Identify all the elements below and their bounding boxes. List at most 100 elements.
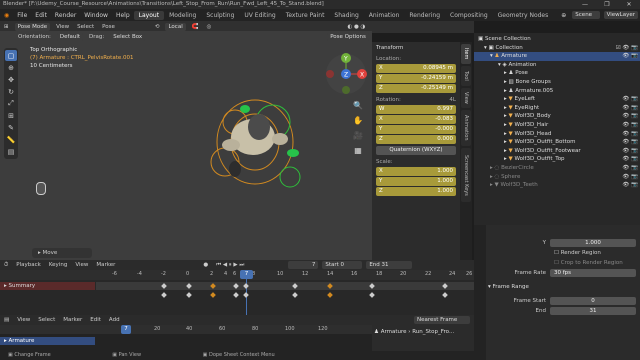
tab-geometry-nodes[interactable]: Geometry Nodes — [493, 11, 554, 20]
rotate-tool-icon[interactable]: ↻ — [5, 86, 17, 97]
menu-window[interactable]: Window — [80, 12, 112, 19]
cursor-tool-icon[interactable]: ⊕ — [5, 62, 17, 73]
frame-rate-dropdown[interactable]: 30 fps — [550, 268, 636, 277]
keyframe[interactable] — [292, 283, 298, 289]
nearest-frame-dropdown[interactable]: Nearest Frame — [414, 316, 470, 324]
dopesheet-playhead[interactable]: 7 — [121, 325, 131, 334]
move-tool-icon[interactable]: ✥ — [5, 74, 17, 85]
menu-help[interactable]: Help — [112, 12, 134, 19]
drag-selector[interactable]: Select Box — [110, 32, 146, 41]
tab-compositing[interactable]: Compositing — [445, 11, 493, 20]
menu-render[interactable]: Render — [51, 12, 80, 19]
blender-logo-icon[interactable]: ◉ — [0, 12, 13, 19]
outliner-row[interactable]: ▸ ▥ Bone Groups — [474, 78, 640, 87]
rotation-w-field[interactable]: W 0.997 — [376, 105, 456, 114]
bone-size-tool-icon[interactable]: ▤ — [5, 146, 17, 157]
frame-end-field[interactable]: 31 — [550, 306, 636, 315]
keyframe[interactable] — [442, 283, 448, 289]
armature-character[interactable] — [195, 87, 315, 202]
close-button[interactable]: ✕ — [618, 0, 640, 9]
outliner-row[interactable]: ▸ ◌ BezierCircle 👁 📷 — [474, 164, 640, 173]
viewport-shading-icons[interactable]: ◐ ● ◑ — [343, 24, 369, 30]
scale-z-field[interactable]: Z 1.000 — [376, 187, 456, 196]
menu-pose[interactable]: Pose — [98, 24, 119, 30]
minimize-button[interactable]: — — [574, 0, 596, 9]
editor-type-icon[interactable]: ⊞ — [0, 24, 13, 30]
zoom-icon[interactable]: 🔍 — [352, 98, 364, 113]
rotation-x-field[interactable]: X -0.083 — [376, 115, 456, 124]
outliner-row[interactable]: ▸ ▼ Wolf3D_Head 👁 📷 — [474, 130, 640, 139]
menu-ds-edit[interactable]: Edit — [86, 317, 105, 323]
menu-ds-select[interactable]: Select — [34, 317, 59, 323]
camera-icon[interactable]: 🎥 — [352, 128, 364, 143]
keyframe[interactable] — [161, 292, 167, 298]
keyframe[interactable] — [442, 292, 448, 298]
outliner-row[interactable]: ▣ Scene Collection — [474, 35, 640, 44]
keyframe[interactable] — [243, 283, 249, 289]
scale-y-field[interactable]: Y 1.000 — [376, 177, 456, 186]
location-y-field[interactable]: Y -0.24159 m — [376, 74, 456, 83]
outliner-row[interactable]: ▸ ▼ Wolf3D_Teeth 👁 📷 — [474, 181, 640, 190]
tab-tool[interactable]: Tool — [461, 66, 471, 86]
frame-start-field[interactable]: 0 — [550, 296, 636, 305]
keyframe[interactable] — [233, 283, 239, 289]
keyframe[interactable] — [243, 292, 249, 298]
scene-selector[interactable]: Scene — [572, 11, 600, 19]
tab-shading[interactable]: Shading — [329, 11, 363, 20]
dopesheet-editor-icon[interactable]: ▤ — [0, 317, 13, 323]
snap-icon[interactable]: 🧲 — [188, 24, 203, 30]
menu-view[interactable]: View — [52, 24, 73, 30]
transform-tool-icon[interactable]: ⊞ — [5, 110, 17, 121]
outliner-row[interactable]: ▸ ◌ Sphere 👁 📷 — [474, 173, 640, 182]
outliner-row[interactable]: ▾ ◈ Animation — [474, 61, 640, 70]
select-tool-icon[interactable]: ▢ — [5, 50, 17, 61]
outliner-row-selected[interactable]: ▾ ♟ Armature 👁 📷 — [474, 52, 640, 61]
tab-texture-paint[interactable]: Texture Paint — [281, 11, 330, 20]
menu-select[interactable]: Select — [73, 24, 98, 30]
keyframe[interactable] — [186, 292, 192, 298]
transform-orientation-icon[interactable]: ⟲ — [151, 24, 164, 30]
outliner-row[interactable]: ▸ ♟ Armature.005 — [474, 87, 640, 96]
menu-file[interactable]: File — [13, 12, 31, 19]
3d-viewport[interactable]: ▢ ⊕ ✥ ↻ ⤢ ⊞ ✎ 📏 ▤ Top Orthographic (7) A… — [0, 42, 372, 260]
rotation-mode-dropdown[interactable]: Quaternion (WXYZ) — [376, 146, 456, 155]
mode-selector[interactable]: Pose Mode — [14, 23, 51, 31]
outliner-row[interactable]: ▸ ♟ Pose — [474, 69, 640, 78]
keyframe[interactable] — [327, 283, 333, 289]
navigation-gizmo[interactable]: X Y Z — [324, 52, 368, 96]
outliner-row[interactable]: ▾ ▣ Collection ☑ 👁 📷 — [474, 44, 640, 53]
tab-rendering[interactable]: Rendering — [404, 11, 445, 20]
menu-ds-view[interactable]: View — [13, 317, 34, 323]
grid-view-icon[interactable]: ▦ — [352, 143, 364, 158]
tab-screencast-keys[interactable]: Screencast Keys — [461, 148, 471, 202]
last-operator-panel[interactable]: ▸ Move — [32, 248, 92, 258]
keyframe[interactable] — [292, 292, 298, 298]
menu-ds-add[interactable]: Add — [105, 317, 124, 323]
tab-layout[interactable]: Layout — [133, 10, 165, 20]
scale-tool-icon[interactable]: ⤢ — [5, 98, 17, 109]
orientation-selector[interactable]: Default — [56, 32, 84, 41]
outliner-row[interactable]: ▸ ▼ Wolf3D_Body 👁 📷 — [474, 112, 640, 121]
menu-ds-marker[interactable]: Marker — [59, 317, 86, 323]
pan-hand-icon[interactable]: ✋ — [352, 113, 364, 128]
tab-item[interactable]: Item — [461, 44, 471, 64]
pose-options-button[interactable]: Pose Options — [327, 32, 369, 41]
scene-icon[interactable]: ⊕ — [557, 12, 570, 19]
tab-animation[interactable]: Animation — [364, 11, 405, 20]
render-region-checkbox[interactable]: ☐ Render Region — [490, 248, 636, 257]
keyframe[interactable] — [210, 283, 216, 289]
transform-header[interactable]: Transform — [376, 44, 456, 52]
outliner-row[interactable]: ▸ ▼ Wolf3D_Outfit_Footwear 👁 📷 — [474, 147, 640, 156]
keyframe[interactable] — [186, 283, 192, 289]
keyframe[interactable] — [369, 292, 375, 298]
annotate-tool-icon[interactable]: ✎ — [5, 122, 17, 133]
proportional-icon[interactable]: ◎ — [203, 24, 216, 30]
crop-checkbox[interactable]: ☐ Crop to Render Region — [490, 258, 636, 267]
outliner-row[interactable]: ▸ ▼ EyeRight 👁 📷 — [474, 104, 640, 113]
tab-modeling[interactable]: Modeling — [164, 11, 201, 20]
frame-range-header[interactable]: ▾ Frame Range — [488, 281, 638, 293]
menu-edit[interactable]: Edit — [31, 12, 51, 19]
rotation-z-field[interactable]: Z 0.000 — [376, 135, 456, 144]
maximize-button[interactable]: ❐ — [596, 0, 618, 9]
keyframe[interactable] — [210, 292, 216, 298]
